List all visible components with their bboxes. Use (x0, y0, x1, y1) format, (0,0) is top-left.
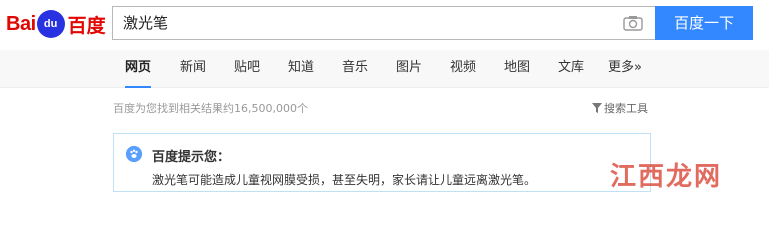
tab-web[interactable]: 网页 (125, 50, 152, 88)
logo-paw-text: du (43, 18, 58, 30)
tab-map[interactable]: 地图 (504, 50, 530, 88)
header: Bai du 百度 百度一下 (0, 0, 769, 50)
search-box (112, 6, 655, 40)
tab-wenku[interactable]: 文库 (558, 50, 584, 88)
nav-bar: 网页 新闻 贴吧 知道 音乐 图片 视频 地图 文库 更多» (0, 50, 769, 88)
warning-tip-box: 百度提示您： 激光笔可能造成儿童视网膜受损，甚至失明，家长请让儿童远离激光笔。 (113, 133, 651, 192)
tab-music[interactable]: 音乐 (342, 50, 368, 88)
watermark: 江西龙网 (610, 162, 723, 192)
tab-video[interactable]: 视频 (450, 50, 476, 88)
tab-zhidao[interactable]: 知道 (288, 50, 314, 88)
baidu-logo[interactable]: Bai du 百度 (6, 10, 106, 38)
search-tools-button[interactable]: 搜索工具 (592, 100, 648, 116)
tab-more[interactable]: 更多» (608, 50, 642, 88)
search-button[interactable]: 百度一下 (655, 6, 753, 40)
search-tools-label: 搜索工具 (604, 102, 648, 115)
tab-images[interactable]: 图片 (396, 50, 422, 88)
result-count: 百度为您找到相关结果约16,500,000个 (113, 102, 308, 115)
paw-icon: du (36, 10, 65, 38)
tab-tieba[interactable]: 贴吧 (234, 50, 260, 88)
logo-text-chinese: 百度 (67, 14, 106, 37)
filter-icon (592, 103, 602, 113)
tip-text: 激光笔可能造成儿童视网膜受损，甚至失明，家长请让儿童远离激光笔。 (152, 173, 537, 187)
paw-icon (126, 146, 142, 162)
tip-title: 百度提示您： (152, 150, 231, 165)
search-input[interactable] (123, 7, 603, 39)
logo-text-latin: Bai (6, 12, 36, 35)
tab-news[interactable]: 新闻 (180, 50, 206, 88)
camera-icon[interactable] (623, 15, 643, 31)
